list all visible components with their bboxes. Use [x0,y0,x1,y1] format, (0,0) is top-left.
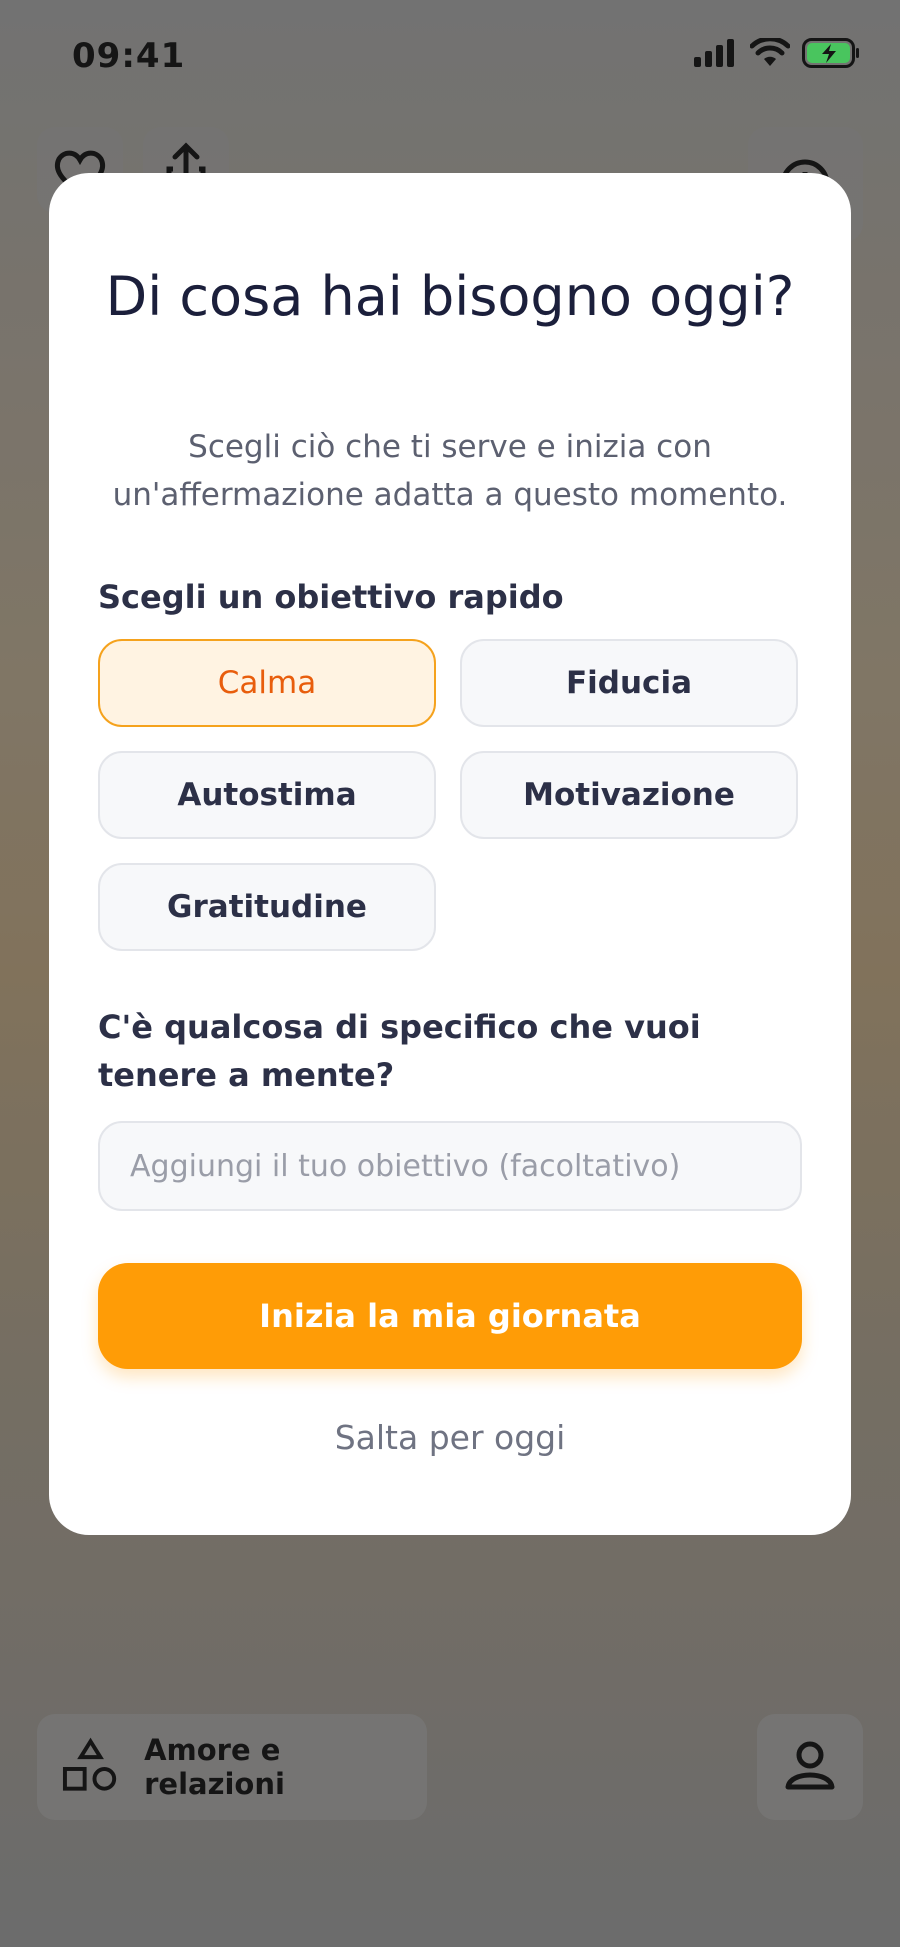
modal-subtitle: Scegli ciò che ti serve e inizia con un'… [112,429,788,513]
modal-title: Di cosa hai bisogno oggi? [105,265,795,328]
goal-modal: Di cosa hai bisogno oggi? Scegli ciò che… [49,173,851,1535]
chip-autostima[interactable]: Autostima [98,751,436,839]
chip-motivazione[interactable]: Motivazione [460,751,798,839]
chip-fiducia[interactable]: Fiducia [460,639,798,727]
goal-input[interactable] [98,1121,802,1211]
skip-link[interactable]: Salta per oggi [49,1418,851,1457]
chip-calma[interactable]: Calma [98,639,436,727]
quick-goal-label: Scegli un obiettivo rapido [98,578,564,616]
specific-goal-label: C'è qualcosa di specifico che vuoi tener… [98,1008,701,1094]
chip-gratitudine[interactable]: Gratitudine [98,863,436,951]
start-day-button[interactable]: Inizia la mia giornata [98,1263,802,1369]
